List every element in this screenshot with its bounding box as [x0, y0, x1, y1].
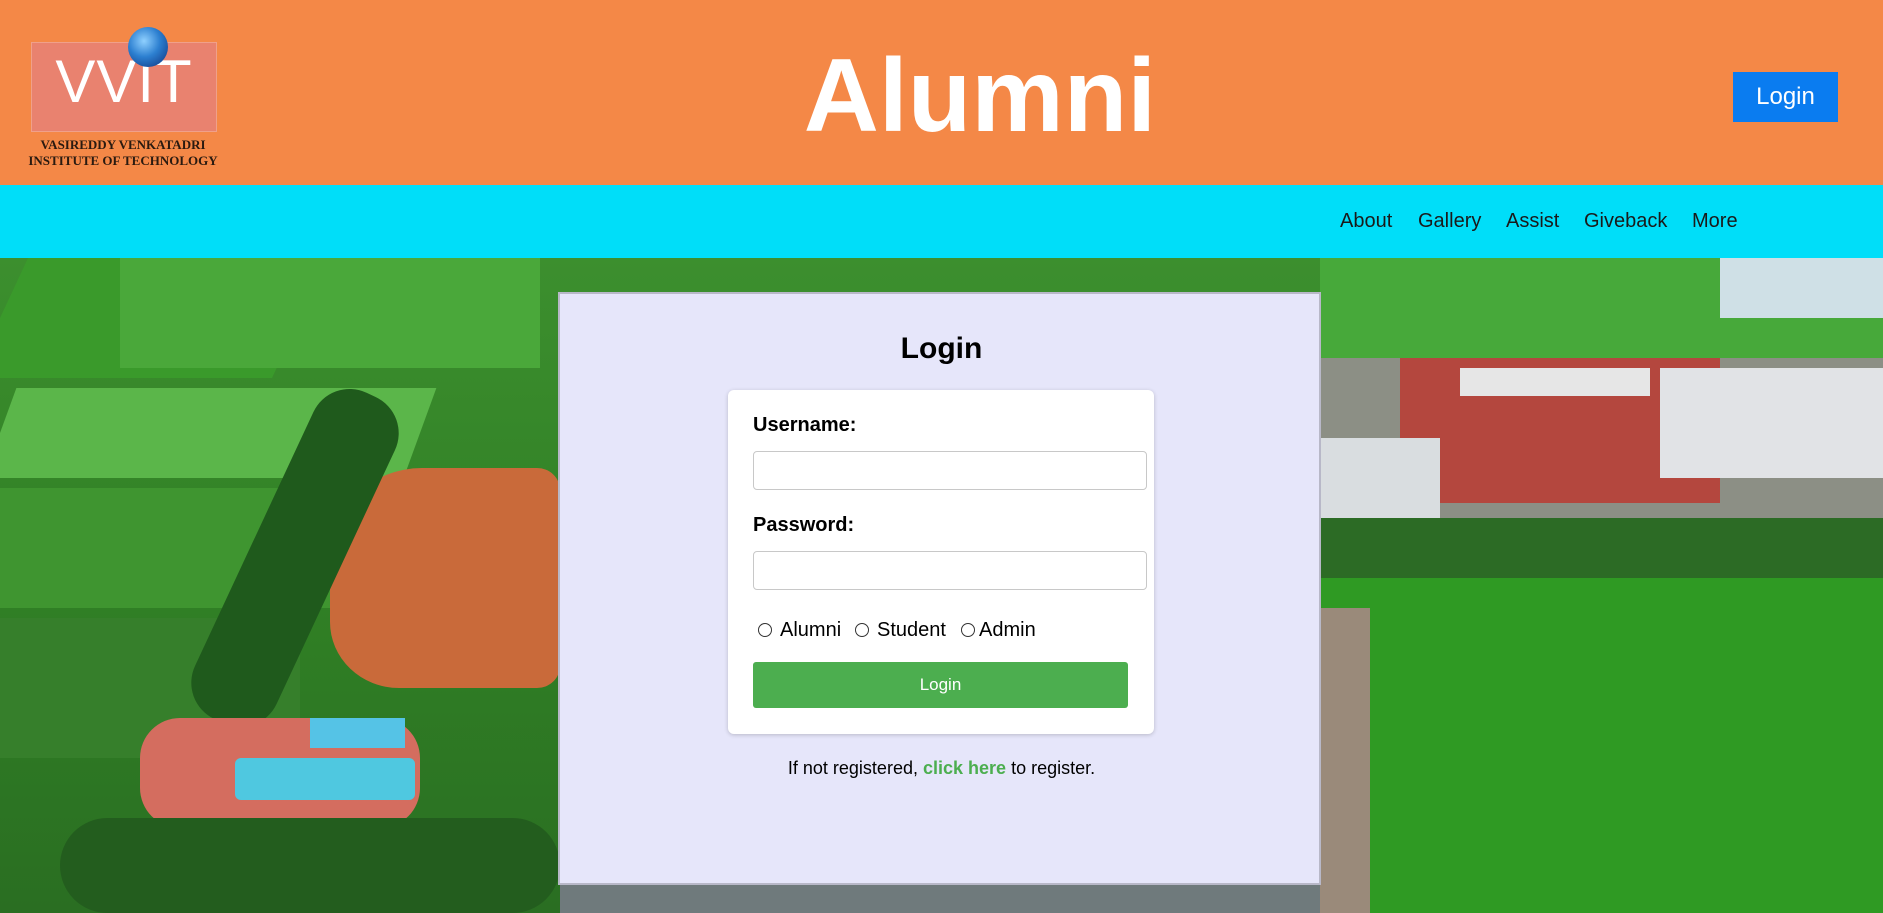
register-link[interactable]: click here: [923, 758, 1006, 778]
role-radio-admin[interactable]: Admin: [961, 617, 1036, 643]
login-panel: Login Username: Password: Alumni Student…: [558, 292, 1321, 885]
login-title: Login: [900, 332, 983, 365]
register-prompt: If not registered, click here to registe…: [560, 758, 1323, 779]
login-submit-button[interactable]: Login: [753, 662, 1128, 708]
register-suffix: to register.: [1011, 758, 1096, 778]
register-prefix: If not registered,: [787, 758, 918, 778]
password-input[interactable]: [753, 551, 1147, 590]
role-label-admin: Admin: [979, 619, 1036, 641]
radio-icon[interactable]: [855, 623, 869, 637]
nav-item-assist[interactable]: Assist: [1506, 185, 1559, 258]
password-label: Password:: [753, 514, 855, 536]
username-input[interactable]: [753, 451, 1147, 490]
login-form-card: Username: Password: Alumni Student Admin…: [728, 390, 1154, 734]
role-radio-alumni[interactable]: Alumni: [758, 617, 841, 643]
radio-icon[interactable]: [758, 623, 772, 637]
page-title: Alumni: [803, 38, 1157, 154]
role-radio-student[interactable]: Student: [855, 617, 946, 643]
role-label-student: Student: [877, 619, 946, 641]
role-label-alumni: Alumni: [780, 619, 842, 641]
username-label: Username:: [753, 414, 857, 436]
nav-item-more[interactable]: More: [1692, 185, 1738, 258]
nav-item-giveback[interactable]: Giveback: [1584, 185, 1667, 258]
nav-item-about[interactable]: About: [1340, 185, 1392, 258]
nav-item-gallery[interactable]: Gallery: [1418, 185, 1481, 258]
site-header: VVIT VASIREDDY VENKATADRI INSTITUTE OF T…: [0, 0, 1883, 185]
radio-icon[interactable]: [961, 623, 975, 637]
header-login-button[interactable]: Login: [1733, 72, 1838, 122]
main-nav: About Gallery Assist Giveback More: [0, 185, 1883, 258]
